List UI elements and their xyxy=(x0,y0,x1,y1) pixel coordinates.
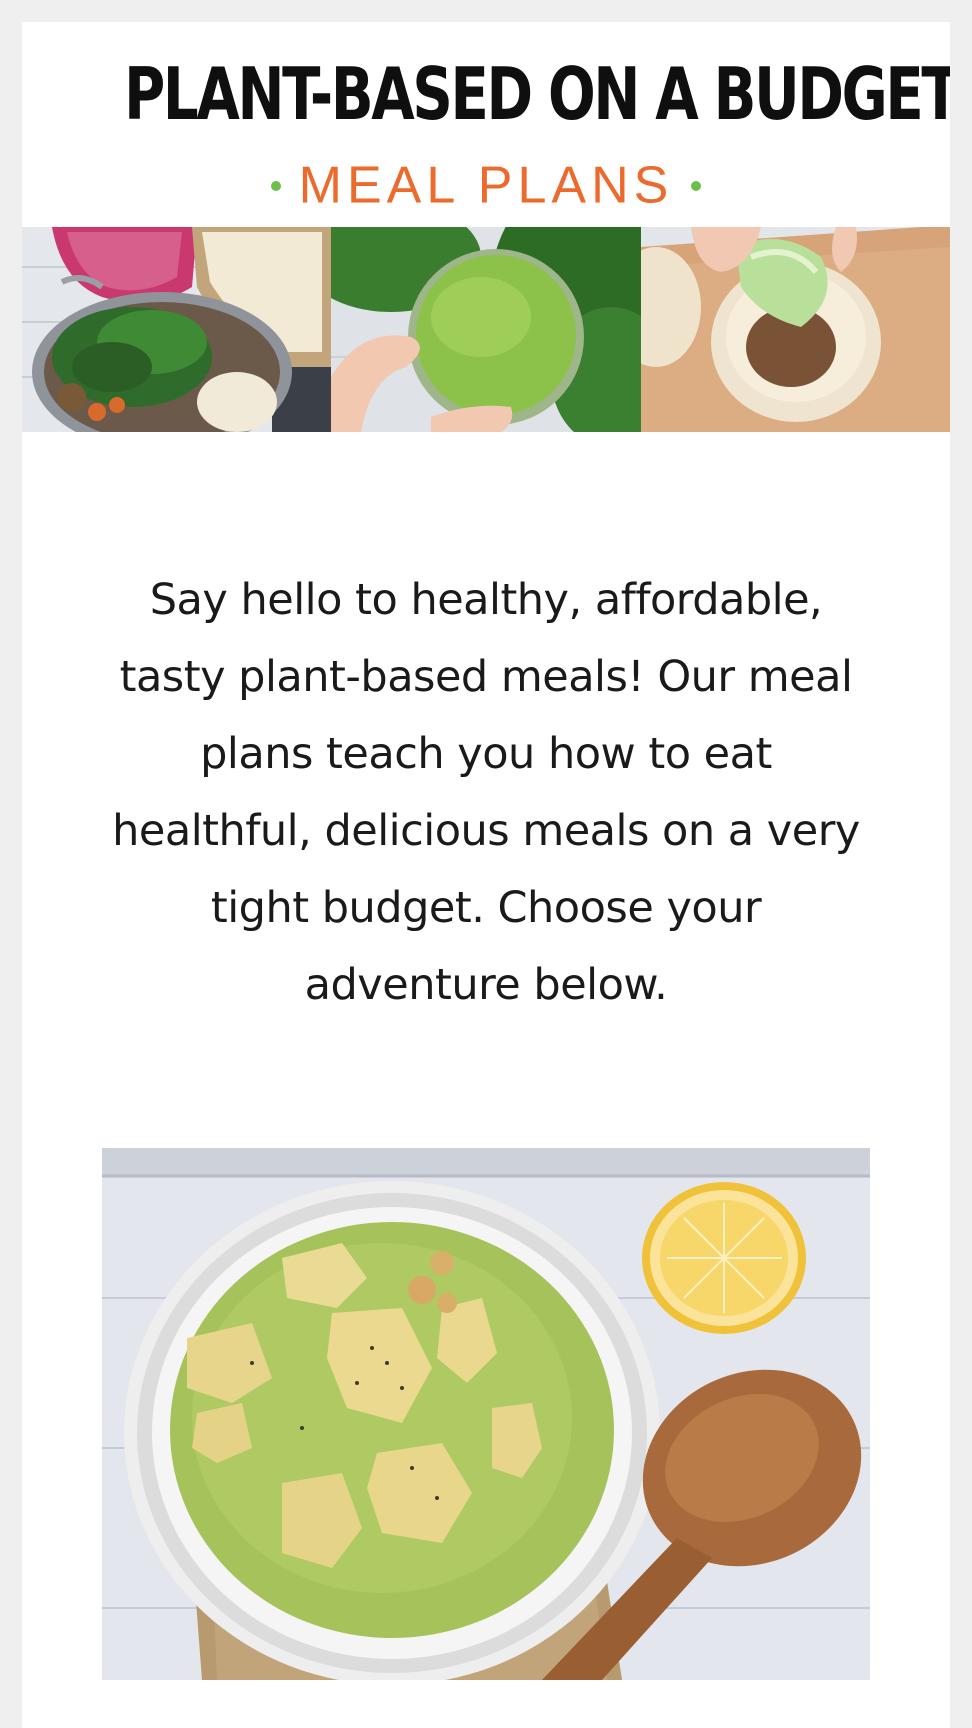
hero-photo-green-smoothie xyxy=(331,227,641,432)
hero-photo-lentil-wrap xyxy=(641,227,950,432)
intro-text: Say hello to healthy, affordable, tasty … xyxy=(112,575,860,1010)
site-header: PLANT-BASED ON A BUDGET MEAL PLANS xyxy=(22,22,950,227)
page-title: PLANT-BASED ON A BUDGET xyxy=(124,52,950,136)
page-subtitle: MEAL PLANS xyxy=(298,156,674,215)
right-dot-icon xyxy=(691,180,702,191)
feature-photo-pea-potato-soup[interactable] xyxy=(102,1148,870,1680)
left-dot-icon xyxy=(270,180,281,191)
subtitle-row: MEAL PLANS xyxy=(22,157,950,214)
page-card: PLANT-BASED ON A BUDGET MEAL PLANS Say h… xyxy=(22,22,950,1728)
hero-photo-kale-pot xyxy=(22,227,331,432)
hero-photo-strip xyxy=(22,227,950,432)
